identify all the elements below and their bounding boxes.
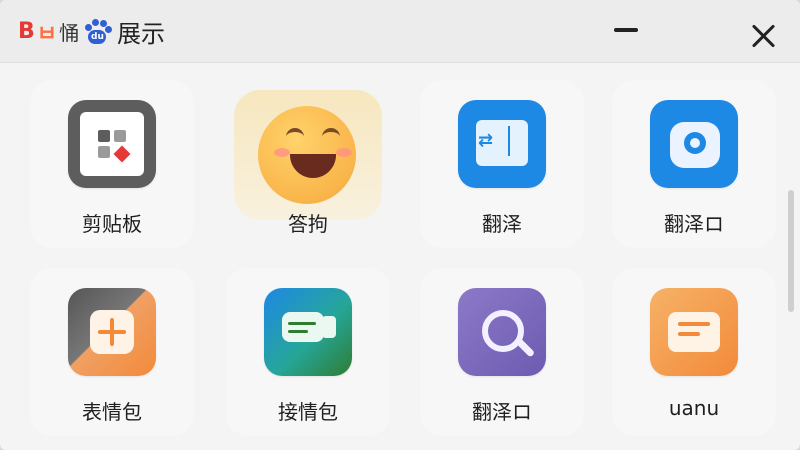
smiley-face-icon bbox=[234, 90, 382, 220]
sticker-pack-icon bbox=[68, 288, 156, 376]
logo-letter-1: B bbox=[18, 19, 35, 44]
tile-message-card[interactable]: uanu bbox=[612, 268, 776, 436]
minimize-button[interactable] bbox=[614, 28, 638, 32]
tile-chat-stickers[interactable]: 接情包 bbox=[226, 268, 390, 436]
baidu-paw-icon: du bbox=[83, 18, 113, 46]
logo-letter-2: ㅂ bbox=[36, 21, 58, 47]
tile-label: 接情包 bbox=[278, 400, 338, 424]
tile-label: uanu bbox=[668, 396, 720, 420]
tile-label: 答拘 bbox=[288, 212, 328, 236]
tile-translate[interactable]: ⇄ 翻泽 bbox=[420, 80, 584, 248]
tile-clipboard[interactable]: 剪贴板 bbox=[30, 80, 194, 248]
tile-camera-translate[interactable]: 翻泽ロ bbox=[612, 80, 776, 248]
translate-icon: ⇄ bbox=[458, 100, 546, 188]
tile-emoji-reply[interactable]: 答拘 bbox=[226, 80, 390, 248]
paw-du-label: du bbox=[91, 31, 104, 42]
title-area: B ㅂ 悀 du 展示 bbox=[18, 14, 165, 49]
message-card-icon bbox=[650, 288, 738, 376]
vertical-scrollbar[interactable] bbox=[788, 190, 794, 312]
tile-label: 翻泽ロ bbox=[472, 400, 532, 424]
close-button[interactable] bbox=[750, 22, 778, 50]
search-icon bbox=[458, 288, 546, 376]
tile-sticker-pack[interactable]: 表情包 bbox=[30, 268, 194, 436]
chat-video-icon bbox=[264, 288, 352, 376]
window-title: 展示 bbox=[117, 20, 166, 48]
tool-grid: 剪贴板 答拘 ⇄ 翻泽 翻泽ロ 表情包 接情包 翻泽ロ uanu bbox=[0, 62, 800, 450]
tile-label: 剪贴板 bbox=[82, 212, 142, 236]
tile-label: 表情包 bbox=[82, 400, 142, 424]
camera-translate-icon bbox=[650, 100, 738, 188]
app-window: B ㅂ 悀 du 展示 剪贴板 答拘 ⇄ 翻泽 翻泽ロ 表情包 接情包 翻泽ロ … bbox=[0, 0, 800, 450]
tile-search-translate[interactable]: 翻泽ロ bbox=[420, 268, 584, 436]
tile-label: 翻泽ロ bbox=[664, 212, 724, 236]
logo-glyph: 悀 bbox=[59, 21, 80, 45]
app-logo: B ㅂ 悀 bbox=[18, 16, 79, 48]
clipboard-icon bbox=[68, 100, 156, 188]
tile-label: 翻泽 bbox=[482, 212, 522, 236]
title-bar: B ㅂ 悀 du 展示 bbox=[0, 0, 800, 63]
